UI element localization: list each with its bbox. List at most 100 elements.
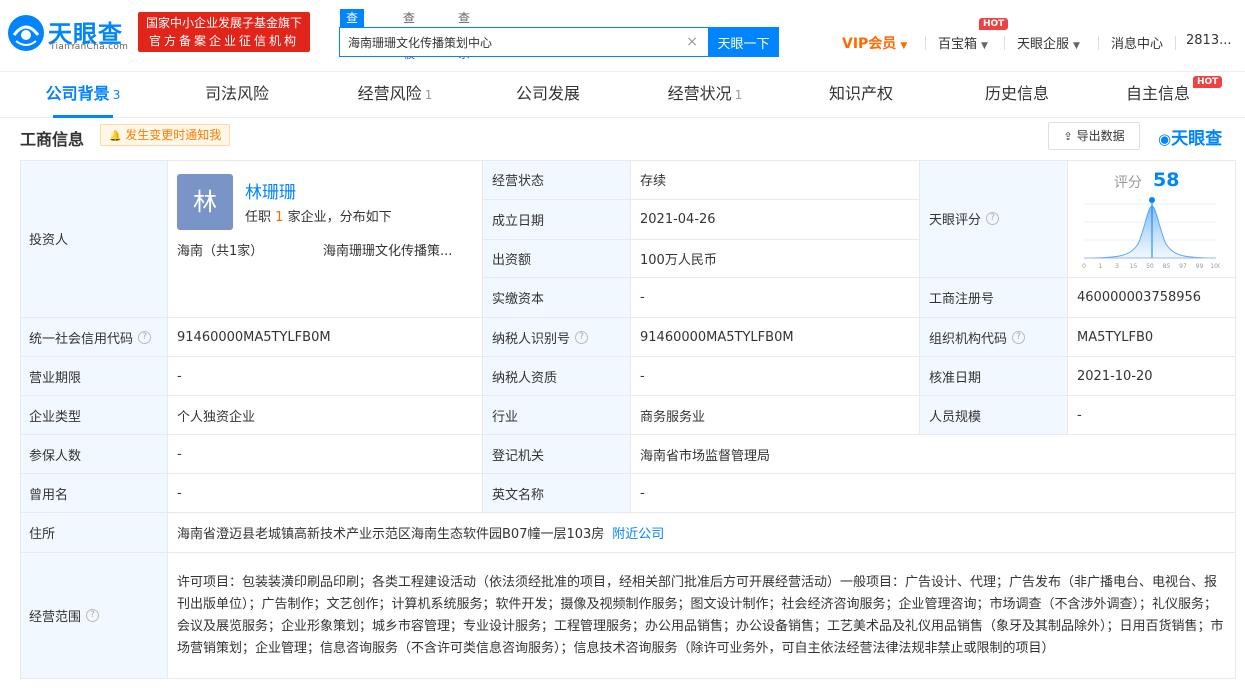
score-marker-dot [1149,197,1155,203]
company-type-label: 企业类型 [20,396,168,435]
company-type-value: 个人独资企业 [168,396,483,435]
hot-badge: HOT [979,18,1009,30]
help-icon[interactable]: ? [138,330,152,344]
capital-value: 100万人民币 [631,240,920,278]
label-text: 统一社会信用代码 [29,331,134,347]
label-text: 组织机构代码 [929,331,1008,347]
search-button[interactable]: 天眼一下 [708,27,779,57]
reg-no-label: 工商注册号 [920,278,1068,318]
value-text: 海南省市场监督管理局 [640,448,771,464]
value-text: 商务服务业 [640,409,706,425]
enterprise-menu[interactable]: 天眼企服 ▼ [1017,33,1080,52]
tianyan-score-label: 天眼评分? [920,160,1068,278]
address-label: 住所 [20,513,168,553]
tab-operation-risk[interactable]: 经营风险 1 [345,72,445,118]
value-text: 2021-04-26 [640,212,716,227]
notify-label: 发生变更时通知我 [125,128,222,142]
score-value: 58 [1153,169,1180,191]
search-input[interactable] [348,28,678,56]
value-text: 91460000MA5TYLFB0M [177,329,331,345]
tab-count: 1 [424,88,433,102]
chevron-down-icon: ▼ [981,41,988,51]
former-name-value: - [168,474,483,513]
tab-label: 知识产权 [828,84,893,103]
industry-label: 行业 [483,396,631,435]
axis-tick-label: 85 [1163,263,1171,270]
score-word: 评分 [1114,175,1142,191]
value-text: 100万人民币 [640,253,717,268]
help-icon[interactable]: ? [986,212,1000,225]
avatar[interactable]: 林 [177,174,233,230]
credit-code-value: 91460000MA5TYLFB0M [168,318,483,357]
user-menu[interactable]: 2813... [1186,33,1231,48]
approved-date-value: 2021-10-20 [1068,357,1236,396]
business-scope-cell: 许可项目：包装装潢印刷品印刷；各类工程建设活动（依法须经批准的项目，经相关部门批… [168,553,1236,679]
hot-badge: HOT [1193,76,1223,88]
tab-business-status[interactable]: 经营状况 1 [655,72,755,118]
brand-watermark: ◉天眼查 [1158,124,1222,149]
approved-date-label: 核准日期 [920,357,1068,396]
tax-id-value: 91460000MA5TYLFB0M [631,318,920,357]
investor-name-link[interactable]: 林珊珊 [245,178,296,203]
axis-tick-label: 100 [1210,263,1220,270]
export-data-button[interactable]: ⇪ 导出数据 [1048,122,1140,150]
staff-size-label: 人员规模 [920,396,1068,435]
promo-line-1: 国家中小企业发展子基金旗下 [145,16,302,30]
industry-value: 商务服务业 [631,396,920,435]
paid-capital-label: 实缴资本 [483,278,631,318]
label-text: 核准日期 [929,370,982,386]
investor-label: 投资人 [20,160,168,318]
label-text: 人员规模 [929,409,982,425]
tab-company-development[interactable]: 公司发展 [498,72,598,118]
axis-tick-label: 1 [1099,263,1103,270]
label-text: 纳税人识别号 [492,331,571,347]
search-tab-company[interactable]: 查公司 [340,9,365,61]
tab-history[interactable]: 历史信息 [967,72,1067,118]
label-text: 登记机关 [492,448,545,464]
tax-id-label: 纳税人识别号? [483,318,631,357]
value-text: 个人独资企业 [177,409,256,425]
nearby-companies-link[interactable]: 附近公司 [612,523,664,542]
label-text: 行业 [492,409,519,425]
label-text: 经营状态 [492,174,545,189]
value-text: - [177,368,182,384]
message-center-link[interactable]: 消息中心 [1111,33,1163,52]
help-icon[interactable]: ? [86,609,100,622]
tab-count: 1 [734,88,743,102]
business-scope-value: 许可项目：包装装潢印刷品印刷；各类工程建设活动（依法须经批准的项目，经相关部门批… [177,574,1224,656]
notify-change-button[interactable]: 🔔 发生变更时通知我 [100,124,231,146]
staff-size-value: - [1068,396,1236,435]
english-name-label: 英文名称 [483,474,631,513]
credit-code-label: 统一社会信用代码? [20,318,168,357]
investor-region: 海南（共1家） [177,244,264,259]
english-name-value: - [631,474,1236,513]
help-icon[interactable]: ? [1012,330,1026,344]
capital-label: 出资额 [483,240,631,278]
clear-icon[interactable]: × [686,34,698,50]
value-text: - [177,485,182,501]
tab-judicial-risk[interactable]: 司法风险 [187,72,287,118]
distribution-curve [1083,205,1217,259]
chevron-down-icon: ▼ [1073,41,1080,51]
site-logo[interactable]: 天眼查 TianYanCha.com [6,10,132,54]
org-code-label: 组织机构代码? [920,318,1068,357]
tab-company-background[interactable]: 公司背景 3 [30,72,136,118]
tab-intellectual-property[interactable]: 知识产权 [811,72,911,118]
founded-label: 成立日期 [483,200,631,240]
investor-company-link[interactable]: 海南珊珊文化传播策... [323,240,473,259]
search-tab-relation[interactable]: 查关系 [458,9,470,61]
treasure-menu[interactable]: 百宝箱 ▼ [938,33,988,52]
founded-value: 2021-04-26 [631,200,920,240]
business-info-table: 投资人 经营状态 存续 天眼评分? 成立日期 2021-04-26 出资额 10… [20,160,1236,680]
label-text: 营业期限 [29,370,82,386]
value-text: - [640,290,645,305]
insured-label: 参保人数 [20,435,168,474]
vip-menu[interactable]: VIP会员 ▼ [842,33,907,53]
search-tab-boss[interactable]: 查老板 [403,9,415,61]
promo-banner[interactable]: 国家中小企业发展子基金旗下 官方备案企业征信机构 [138,12,310,52]
search-box: × [339,27,709,57]
tab-label: 公司背景 [45,84,110,103]
help-icon[interactable]: ? [575,330,589,344]
value-text: - [1077,407,1082,423]
divider [1175,36,1176,50]
